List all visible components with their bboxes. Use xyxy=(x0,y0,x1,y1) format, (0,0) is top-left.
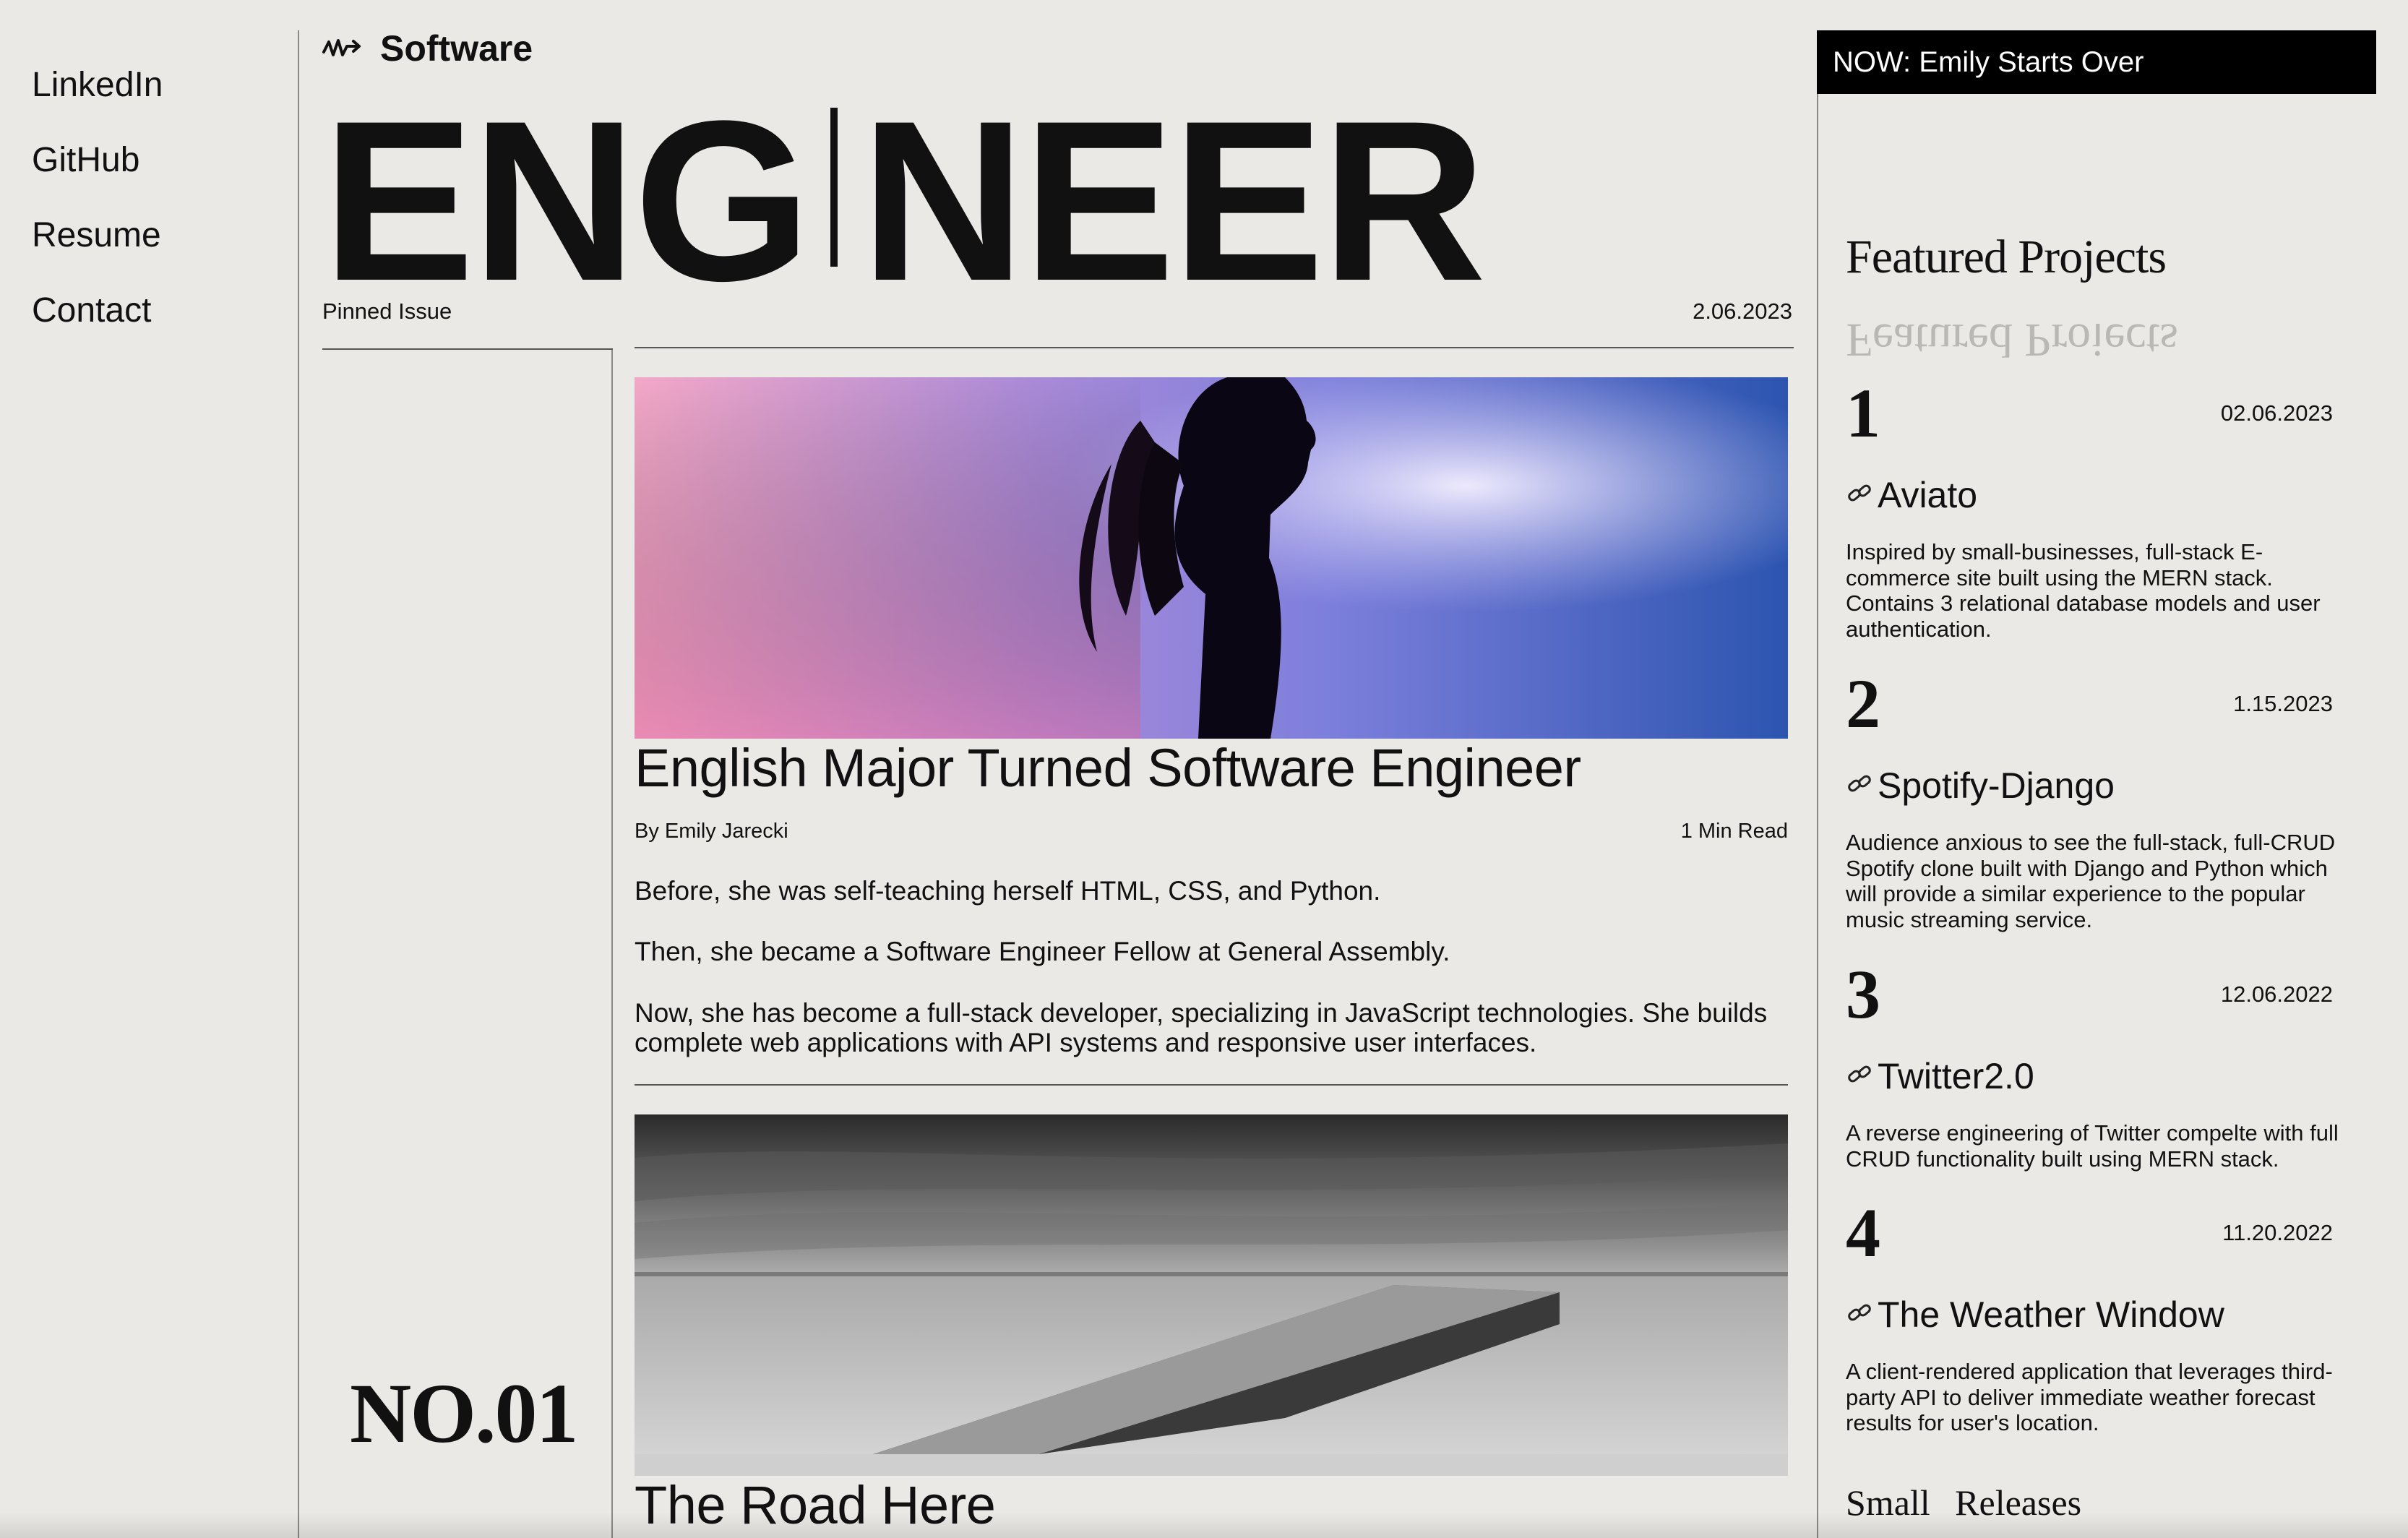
project-3-date: 12.06.2022 xyxy=(2220,981,2333,1007)
project-1-title[interactable]: Aviato xyxy=(1846,474,1977,516)
link-icon xyxy=(1846,765,1873,807)
article-paragraph-2: Then, she became a Software Engineer Fel… xyxy=(635,937,1450,966)
title-right: NEER xyxy=(860,73,1487,328)
project-4-number: 4 xyxy=(1846,1194,1880,1271)
project-3-title[interactable]: Twitter2.0 xyxy=(1846,1055,2034,1097)
issue-date: 2.06.2023 xyxy=(1693,298,1792,324)
article-byline: By Emily Jarecki xyxy=(635,820,788,843)
nav-linkedin[interactable]: LinkedIn xyxy=(32,65,163,105)
project-4-date: 11.20.2022 xyxy=(2222,1220,2333,1245)
project-4-title[interactable]: The Weather Window xyxy=(1846,1294,2224,1336)
divider-left xyxy=(298,30,299,1538)
title-left: ENG xyxy=(322,73,812,328)
road-image[interactable] xyxy=(635,1114,1788,1476)
link-icon xyxy=(1846,474,1873,516)
pinned-label: Pinned Issue xyxy=(322,298,452,324)
project-1-number: 1 xyxy=(1846,374,1880,452)
nav-contact[interactable]: Contact xyxy=(32,291,151,330)
project-4-name: The Weather Window xyxy=(1878,1294,2224,1335)
brand-label: Software xyxy=(380,28,533,69)
project-2-title[interactable]: Spotify-Django xyxy=(1846,765,2115,807)
page-title: ENG NEER xyxy=(322,87,1487,315)
article-read-time: 1 Min Read xyxy=(1680,820,1788,843)
now-banner[interactable]: NOW: Emily Starts Over xyxy=(1817,30,2376,94)
bottom-shadow xyxy=(0,1512,2408,1538)
project-2-date: 1.15.2023 xyxy=(2233,691,2333,716)
waveform-arrow-icon xyxy=(322,27,364,69)
article-rule xyxy=(635,1084,1788,1086)
project-2-number: 2 xyxy=(1846,665,1880,742)
divider-right xyxy=(1817,30,1818,1538)
title-i-bar xyxy=(830,108,838,267)
project-3-description: A reverse engineering of Twitter compelt… xyxy=(1846,1120,2339,1172)
header-rule-main xyxy=(635,347,1794,348)
link-icon xyxy=(1846,1294,1873,1336)
article-title[interactable]: English Major Turned Software Engineer xyxy=(635,737,1581,799)
brand[interactable]: Software xyxy=(322,27,533,69)
project-2-name: Spotify-Django xyxy=(1878,765,2115,806)
header-rule-left xyxy=(322,348,613,350)
featured-projects-heading: Featured Projects xyxy=(1846,230,2167,285)
issue-number: NO.01 xyxy=(350,1366,578,1461)
nav-resume[interactable]: Resume xyxy=(32,215,161,255)
divider-issue-column xyxy=(611,348,613,1538)
project-2-description: Audience anxious to see the full-stack, … xyxy=(1846,830,2336,932)
featured-heading-text: Featured Projects xyxy=(1846,231,2167,283)
project-3-number: 3 xyxy=(1846,955,1880,1033)
project-1-description: Inspired by small-businesses, full-stack… xyxy=(1846,539,2321,642)
article-paragraph-1: Before, she was self-teaching herself HT… xyxy=(635,876,1381,906)
featured-heading-reflection-text: Featured Projects xyxy=(1846,324,2179,366)
project-1-name: Aviato xyxy=(1878,475,1978,515)
project-4-description: A client-rendered application that lever… xyxy=(1846,1359,2333,1436)
project-1-date: 02.06.2023 xyxy=(2220,400,2333,426)
project-3-name: Twitter2.0 xyxy=(1878,1056,2034,1096)
link-icon xyxy=(1846,1055,1873,1097)
nav-github[interactable]: GitHub xyxy=(32,140,139,180)
hero-image[interactable] xyxy=(635,377,1788,739)
featured-projects-reflection: Featured Projects xyxy=(1846,324,2178,367)
article-paragraph-3: Now, she has become a full-stack develop… xyxy=(635,998,1768,1058)
